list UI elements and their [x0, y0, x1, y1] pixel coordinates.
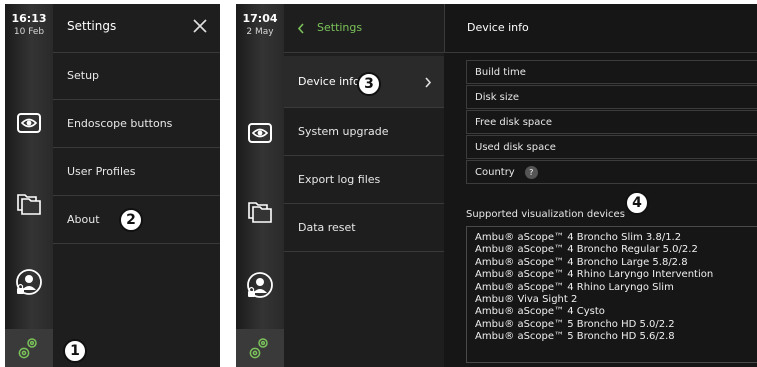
gear-icon: [249, 338, 268, 359]
menu-item-data-reset[interactable]: Data reset: [284, 204, 444, 252]
info-label: Free disk space: [475, 116, 553, 128]
list-item: Ambu® aScope™ 5 Broncho HD 5.6/2.8: [475, 331, 675, 343]
menu-item-label: Device info: [298, 75, 360, 88]
chevron-right-icon: [425, 77, 432, 88]
list-item: Ambu® aScope™ 4 Broncho Regular 5.0/2.2: [475, 244, 698, 256]
info-label: Country: [475, 166, 515, 178]
menu-header: Settings: [53, 4, 220, 53]
menu-item-label: User Profiles: [67, 165, 136, 178]
user-lock-icon[interactable]: [245, 270, 275, 300]
settings-menu: Settings Setup Endoscope buttons User Pr…: [53, 4, 220, 367]
eye-icon[interactable]: [245, 118, 275, 148]
info-row-build-time: Build time: [466, 60, 757, 84]
side-rail: 16:13 10 Feb: [5, 4, 53, 367]
supported-devices-list[interactable]: Ambu® aScope™ 4 Broncho Slim 3.8/1.2 Amb…: [466, 226, 757, 363]
settings-tab[interactable]: [5, 329, 53, 367]
info-row-free-disk-space: Free disk space: [466, 110, 757, 134]
list-item: Ambu® aScope™ 4 Rhino Laryngo Interventi…: [475, 269, 714, 281]
menu-item-setup[interactable]: Setup: [53, 52, 220, 100]
menu-item-label: Data reset: [298, 221, 356, 234]
menu-item-label: System upgrade: [298, 125, 389, 138]
back-label: Settings: [317, 21, 363, 34]
info-row-country: Country ?: [466, 160, 757, 184]
callout-1: 1: [63, 339, 87, 363]
folders-icon[interactable]: [14, 188, 44, 218]
eye-icon[interactable]: [14, 108, 44, 138]
menu-item-endoscope-buttons[interactable]: Endoscope buttons: [53, 100, 220, 148]
back-to-settings-button[interactable]: Settings: [284, 4, 444, 53]
settings-tab[interactable]: [236, 329, 284, 367]
info-row-disk-size: Disk size: [466, 85, 757, 109]
page-title: Device info: [467, 21, 529, 34]
help-icon[interactable]: ?: [524, 165, 538, 179]
callout-4: 4: [625, 191, 649, 215]
clock-date: 10 Feb: [13, 27, 45, 37]
clock-time: 16:13: [11, 12, 47, 25]
list-item: Ambu® aScope™ 4 Broncho Slim 3.8/1.2: [475, 232, 682, 243]
panel-header: Device info: [444, 4, 757, 53]
menu-item-label: Endoscope buttons: [67, 117, 173, 130]
menu-item-user-profiles[interactable]: User Profiles: [53, 148, 220, 196]
menu-item-label: Export log files: [298, 173, 381, 186]
right-screen: 17:04 2 May Settings Device info System …: [236, 4, 757, 367]
supported-devices-title: Supported visualization devices: [466, 209, 625, 220]
user-lock-icon[interactable]: [14, 267, 44, 297]
callout-3: 3: [357, 72, 381, 96]
gear-icon: [18, 338, 37, 359]
list-item: Ambu® Viva Sight 2: [475, 293, 578, 305]
info-label: Used disk space: [475, 141, 556, 153]
list-item: Ambu® aScope™ 4 Rhino Laryngo Slim: [475, 281, 674, 293]
info-row-used-disk-space: Used disk space: [466, 135, 757, 159]
chevron-left-icon: [297, 23, 304, 34]
device-info-panel: Device info Build time Disk size Free di…: [444, 4, 757, 367]
clock-date: 2 May: [246, 27, 274, 37]
menu-item-label: Setup: [67, 69, 100, 82]
menu-title: Settings: [67, 19, 117, 33]
menu-item-label: About: [67, 213, 100, 226]
side-rail: 17:04 2 May: [236, 4, 284, 367]
info-label: Build time: [475, 66, 526, 78]
list-item: Ambu® aScope™ 4 Cysto: [475, 306, 605, 318]
callout-2: 2: [119, 208, 143, 232]
list-item: Ambu® aScope™ 5 Broncho HD 5.0/2.2: [475, 318, 675, 330]
close-icon[interactable]: [192, 18, 208, 34]
list-item: Ambu® aScope™ 4 Broncho Large 5.8/2.8: [475, 256, 688, 268]
clock-time: 17:04: [242, 12, 278, 25]
settings-submenu: Settings Device info System upgrade Expo…: [284, 4, 444, 367]
info-label: Disk size: [475, 91, 520, 103]
menu-item-system-upgrade[interactable]: System upgrade: [284, 108, 444, 156]
folders-icon[interactable]: [245, 196, 275, 226]
menu-item-export-log-files[interactable]: Export log files: [284, 156, 444, 204]
left-screen: 16:13 10 Feb Settings Setup Endoscope bu…: [5, 4, 220, 367]
